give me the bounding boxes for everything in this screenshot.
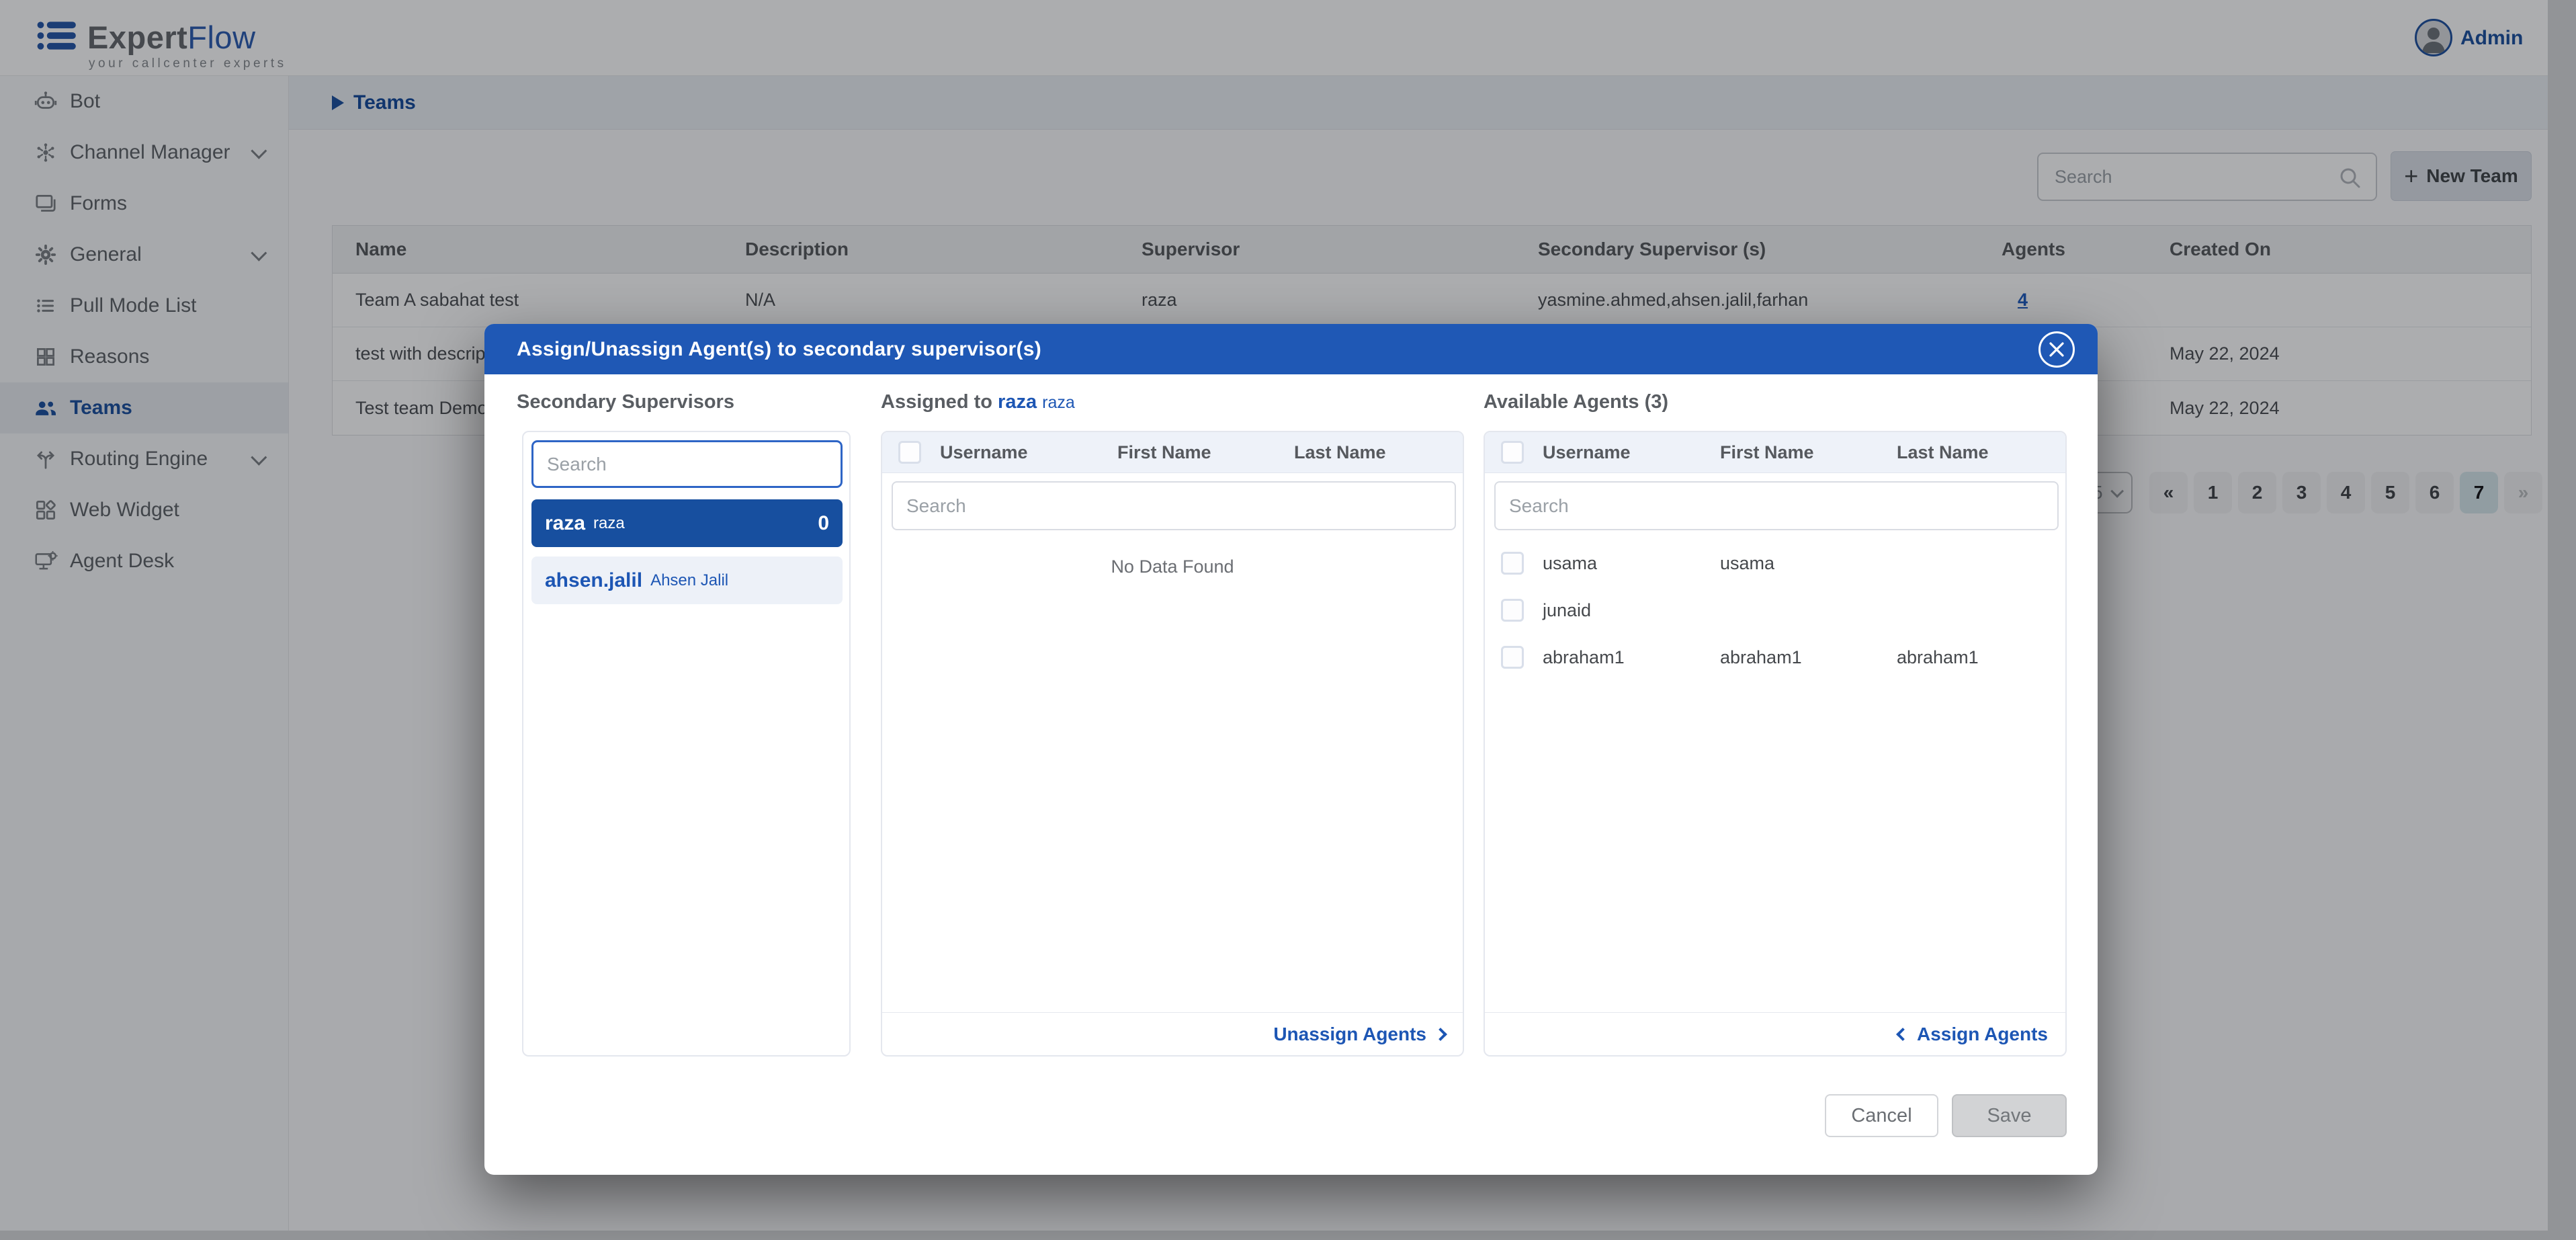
select-all-checkbox[interactable]	[898, 441, 921, 464]
agent-checkbox[interactable]	[1501, 646, 1524, 669]
available-agent-rows: usama usama junaid abraham1 abraham1 abr…	[1485, 540, 2065, 681]
available-table-header: Username First Name Last Name	[1485, 432, 2065, 473]
assigned-search-box	[892, 481, 1456, 530]
col-first-name: First Name	[1720, 442, 1897, 463]
assign-agents-label: Assign Agents	[1917, 1024, 2048, 1045]
assigned-table-header: Username First Name Last Name	[882, 432, 1463, 473]
col-username: Username	[940, 442, 1117, 463]
save-button[interactable]: Save	[1952, 1094, 2067, 1137]
assigned-agents-panel: Username First Name Last Name No Data Fo…	[881, 431, 1464, 1057]
supervisors-search-box	[531, 440, 843, 488]
supervisor-username: ahsen.jalil	[545, 569, 642, 592]
close-button[interactable]	[2038, 331, 2075, 368]
cancel-button[interactable]: Cancel	[1825, 1094, 1938, 1137]
app-root: ExpertFlow your callcenter experts Admin…	[0, 0, 2576, 1240]
assigned-heading: Assigned to raza raza	[881, 391, 1075, 413]
supervisor-fullname: Ahsen Jalil	[650, 571, 728, 590]
agent-row-abraham1[interactable]: abraham1 abraham1 abraham1	[1485, 634, 2065, 681]
chevron-left-icon	[1896, 1028, 1909, 1041]
agent-username: usama	[1543, 553, 1720, 574]
col-first-name: First Name	[1117, 442, 1294, 463]
assign-agents-button[interactable]: Assign Agents	[1898, 1024, 2048, 1045]
unassign-agents-label: Unassign Agents	[1273, 1024, 1426, 1045]
available-agents-heading: Available Agents (3)	[1484, 391, 1668, 413]
available-panel-footer: Assign Agents	[1485, 1012, 2065, 1055]
agent-checkbox[interactable]	[1501, 599, 1524, 622]
agent-first-name: usama	[1720, 553, 1897, 574]
assigned-heading-prefix: Assigned to	[881, 391, 992, 413]
agent-username: abraham1	[1543, 647, 1720, 668]
assigned-search-input[interactable]	[893, 483, 1455, 529]
agent-username: junaid	[1543, 600, 1720, 621]
supervisor-item-ahsen-jalil[interactable]: ahsen.jalil Ahsen Jalil	[531, 556, 843, 604]
col-last-name: Last Name	[1897, 442, 2065, 463]
supervisors-search-input[interactable]	[533, 442, 841, 486]
supervisor-fullname: raza	[593, 514, 625, 533]
select-all-checkbox[interactable]	[1501, 441, 1524, 464]
available-agents-panel: Username First Name Last Name usama usam…	[1484, 431, 2067, 1057]
available-search-box	[1494, 481, 2059, 530]
available-search-input[interactable]	[1496, 483, 2057, 529]
supervisor-username: raza	[545, 512, 585, 535]
assign-agents-modal: Assign/Unassign Agent(s) to secondary su…	[484, 324, 2098, 1175]
modal-title: Assign/Unassign Agent(s) to secondary su…	[517, 338, 1041, 361]
assigned-supervisor-username: raza	[998, 391, 1037, 413]
col-username: Username	[1543, 442, 1720, 463]
agent-first-name: abraham1	[1720, 647, 1897, 668]
assigned-supervisor-name: raza	[1042, 393, 1075, 412]
unassign-agents-button[interactable]: Unassign Agents	[1273, 1024, 1445, 1045]
supervisors-panel: raza raza 0 ahsen.jalil Ahsen Jalil	[522, 431, 851, 1057]
agent-last-name: abraham1	[1897, 647, 2065, 668]
chevron-right-icon	[1434, 1028, 1447, 1041]
assigned-panel-footer: Unassign Agents	[882, 1012, 1463, 1055]
supervisor-item-raza[interactable]: raza raza 0	[531, 499, 843, 547]
agent-row-usama[interactable]: usama usama	[1485, 540, 2065, 587]
modal-header: Assign/Unassign Agent(s) to secondary su…	[484, 324, 2098, 374]
agent-row-junaid[interactable]: junaid	[1485, 587, 2065, 634]
agent-checkbox[interactable]	[1501, 552, 1524, 575]
close-icon	[2048, 341, 2065, 358]
supervisors-heading: Secondary Supervisors	[517, 391, 734, 413]
col-last-name: Last Name	[1294, 442, 1463, 463]
supervisor-agent-count: 0	[818, 512, 829, 535]
no-data-text: No Data Found	[882, 556, 1463, 577]
